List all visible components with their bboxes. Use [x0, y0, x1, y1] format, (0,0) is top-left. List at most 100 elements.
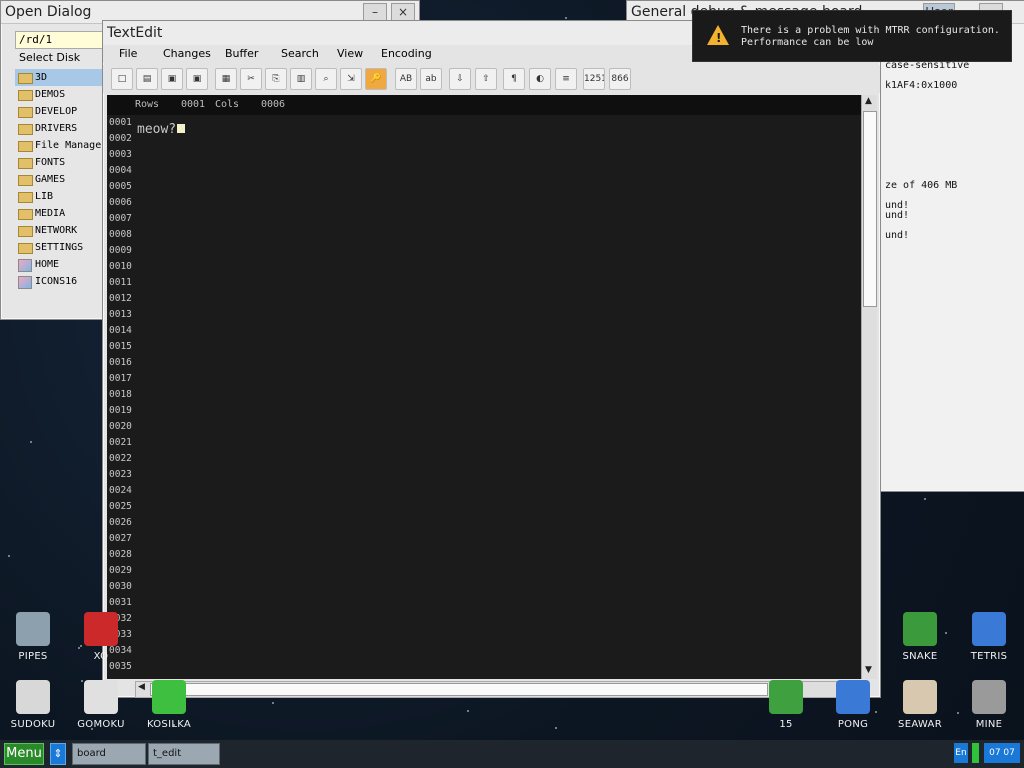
- fold-icon[interactable]: ⇩: [449, 68, 471, 90]
- file-list-item[interactable]: NETWORK: [15, 222, 103, 239]
- tetris-icon: [972, 612, 1006, 646]
- star: [272, 702, 274, 704]
- desktop-icon-pong[interactable]: PONG: [821, 680, 885, 730]
- save-icon[interactable]: ▣: [161, 68, 183, 90]
- line-number: 0028: [109, 549, 132, 560]
- uppercase-icon[interactable]: AB: [395, 68, 417, 90]
- menu-file[interactable]: File: [119, 47, 137, 60]
- file-list-item[interactable]: DRIVERS: [15, 120, 103, 137]
- line-number: 0005: [109, 181, 132, 192]
- rows-value: 0001: [181, 99, 206, 110]
- folder-icon: [18, 141, 33, 152]
- kosilka-icon: [152, 680, 186, 714]
- text-line-1[interactable]: meow?: [137, 122, 186, 137]
- line-number: 0026: [109, 517, 132, 528]
- file-list-item[interactable]: FONTS: [15, 154, 103, 171]
- menu-changes[interactable]: Changes: [163, 47, 211, 60]
- file-list-item[interactable]: ICONS16: [15, 273, 103, 290]
- desktop-icon-gomoku[interactable]: GOMOKU: [69, 680, 133, 730]
- file-list-item[interactable]: File Manage: [15, 137, 103, 154]
- desktop-icon-snake[interactable]: SNAKE: [888, 612, 952, 662]
- scroll-up-arrow[interactable]: ▲: [865, 96, 872, 106]
- unfold-icon[interactable]: ⇧: [475, 68, 497, 90]
- line-number: 0025: [109, 501, 132, 512]
- desktop-icon-seawar[interactable]: SEAWAR: [888, 680, 952, 730]
- seawar-icon: [903, 680, 937, 714]
- desktop-icon-xo[interactable]: XO: [69, 612, 133, 662]
- desktop-icon-label: SEAWAR: [898, 719, 942, 730]
- vertical-scroll-thumb[interactable]: [863, 111, 877, 307]
- lowercase-icon[interactable]: ab: [420, 68, 442, 90]
- invisible-chars-icon[interactable]: ¶: [503, 68, 525, 90]
- window-switch-button[interactable]: ⇕: [50, 743, 66, 765]
- color-scheme-icon[interactable]: ◐: [529, 68, 551, 90]
- file-list-item[interactable]: GAMES: [15, 171, 103, 188]
- 15-icon: [769, 680, 803, 714]
- file-list-item[interactable]: HOME: [15, 256, 103, 273]
- taskbar: Menu ⇕ board t_edit En 07 07: [0, 740, 1024, 768]
- save-as-icon[interactable]: ▣: [186, 68, 208, 90]
- desktop-icon-tetris[interactable]: TETRIS: [957, 612, 1021, 662]
- path-field[interactable]: /rd/1: [15, 31, 104, 49]
- cut-icon[interactable]: ✂: [240, 68, 262, 90]
- desktop-icon-pipes[interactable]: PIPES: [1, 612, 65, 662]
- desktop-icon-mine[interactable]: MINE: [957, 680, 1021, 730]
- mtrr-notification[interactable]: ! There is a problem with MTRR configura…: [692, 10, 1012, 62]
- key-words-icon[interactable]: 🔑: [365, 68, 387, 90]
- find-icon[interactable]: ⌕: [315, 68, 337, 90]
- line-number: 0020: [109, 421, 132, 432]
- menu-view[interactable]: View: [337, 47, 363, 60]
- file-list-item[interactable]: DEMOS: [15, 86, 103, 103]
- close-button[interactable]: ×: [391, 3, 415, 21]
- task-t-edit[interactable]: t_edit: [148, 743, 220, 765]
- copy-icon[interactable]: ⎘: [265, 68, 287, 90]
- file-list-item[interactable]: MEDIA: [15, 205, 103, 222]
- goto-line-icon[interactable]: ⇲: [340, 68, 362, 90]
- scroll-down-arrow[interactable]: ▼: [865, 665, 872, 675]
- debug-line: [885, 131, 1024, 141]
- clock[interactable]: 07 07: [984, 743, 1020, 763]
- menu-button[interactable]: Menu: [4, 743, 44, 765]
- task-board[interactable]: board: [72, 743, 146, 765]
- folder-icon: [18, 243, 33, 254]
- new-file-icon[interactable]: □: [111, 68, 133, 90]
- select-disk-label[interactable]: Select Disk: [19, 51, 80, 64]
- line-number: 0029: [109, 565, 132, 576]
- encoding-866-1251-icon[interactable]: 866 1251: [609, 68, 631, 90]
- paste-icon[interactable]: ▥: [290, 68, 312, 90]
- vertical-scrollbar[interactable]: ▲ ▼: [861, 95, 877, 679]
- minimize-button[interactable]: –: [363, 3, 387, 21]
- desktop-icon-kosilka[interactable]: KOSILKA: [137, 680, 201, 730]
- menu-search[interactable]: Search: [281, 47, 319, 60]
- debug-line: [885, 121, 1024, 131]
- editor[interactable]: Rows 0001 Cols 0006 0001 0002 0003 0004 0005…: [107, 95, 861, 679]
- debug-line: case-sensitive: [885, 60, 970, 71]
- horizontal-scroll-thumb[interactable]: [150, 683, 768, 696]
- desktop-icon-sudoku[interactable]: SUDOKU: [1, 680, 65, 730]
- file-list-item[interactable]: 3D: [15, 69, 103, 86]
- file-list-item[interactable]: LIB: [15, 188, 103, 205]
- warning-mark: !: [716, 31, 722, 45]
- encoding-1251-866-icon[interactable]: 1251 866: [583, 68, 605, 90]
- image-icon: [18, 276, 32, 289]
- file-name: ICONS16: [35, 276, 78, 287]
- file-list-item[interactable]: DEVELOP: [15, 103, 103, 120]
- status-bar: Rows 0001 Cols 0006: [107, 95, 861, 115]
- debug-line: und!: [885, 230, 910, 241]
- folder-icon: [18, 124, 33, 135]
- select-all-icon[interactable]: ▦: [215, 68, 237, 90]
- folder-icon: [18, 192, 33, 203]
- desktop-icon-label: PONG: [837, 719, 869, 730]
- pong-icon: [836, 680, 870, 714]
- language-indicator[interactable]: En: [954, 743, 968, 763]
- desktop-icon-15[interactable]: 15: [754, 680, 818, 730]
- debug-line: k1AF4:0x1000: [885, 80, 958, 91]
- toolbar: □▤▣▣▦✂⎘▥⌕⇲🔑ABab⇩⇧¶◐≡1251 866866 1251: [103, 65, 880, 93]
- open-file-icon[interactable]: ▤: [136, 68, 158, 90]
- syntax-icon[interactable]: ≡: [555, 68, 577, 90]
- line-number: 0031: [109, 597, 132, 608]
- star: [565, 17, 567, 19]
- menu-encoding[interactable]: Encoding: [381, 47, 432, 60]
- file-list-item[interactable]: SETTINGS: [15, 239, 103, 256]
- menu-buffer[interactable]: Buffer: [225, 47, 258, 60]
